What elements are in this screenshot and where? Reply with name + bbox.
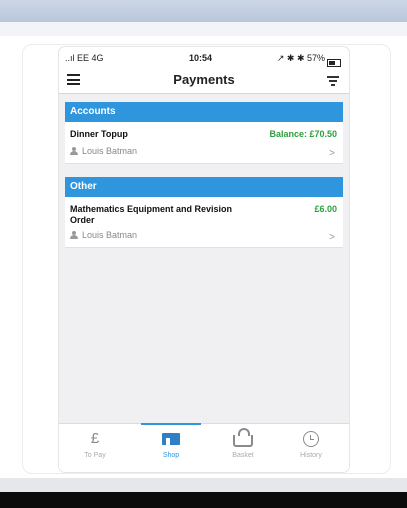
item-title: Mathematics Equipment and Revision Order (70, 204, 233, 225)
item-user: Louis Batman (70, 146, 137, 156)
chevron-right-icon: > (329, 232, 335, 243)
phone-screen: ..ıl EE 4G 10:54 ↗ ✱ ✱ 57% Payments Acco… (59, 47, 349, 472)
pound-icon: £ (90, 430, 100, 447)
item-user: Louis Batman (70, 230, 137, 240)
user-name: Louis Batman (82, 146, 138, 156)
battery-icon (327, 59, 341, 67)
tab-history[interactable]: History (275, 424, 347, 472)
person-icon (70, 231, 78, 239)
window-top-band (0, 0, 407, 22)
section-header: Other (65, 177, 343, 197)
user-name: Louis Batman (82, 230, 138, 240)
tab-label: To Pay (84, 452, 106, 459)
window-bottom-bar (0, 492, 407, 508)
item-title: Dinner Topup (70, 129, 128, 139)
tab-shop[interactable]: Shop (135, 424, 207, 472)
status-bar: ..ıl EE 4G 10:54 ↗ ✱ ✱ 57% (59, 47, 349, 67)
tab-basket[interactable]: Basket (207, 424, 279, 472)
tab-label: History (300, 452, 322, 459)
payments-list: Accounts Dinner Topup Balance: £70.50 Lo… (59, 94, 349, 424)
battery-label: ↗ ✱ ✱ 57% (276, 53, 325, 63)
section-accounts: Accounts Dinner Topup Balance: £70.50 Lo… (65, 102, 343, 164)
list-item[interactable]: Mathematics Equipment and Revision Order… (65, 197, 343, 248)
tab-to-pay[interactable]: £ To Pay (59, 424, 131, 472)
chevron-right-icon: > (329, 148, 335, 159)
list-item[interactable]: Dinner Topup Balance: £70.50 Louis Batma… (65, 122, 343, 164)
basket-icon (207, 428, 279, 452)
section-header: Accounts (65, 102, 343, 122)
section-other: Other Mathematics Equipment and Revision… (65, 177, 343, 248)
nav-bar: Payments (59, 67, 349, 94)
battery-status: ↗ ✱ ✱ 57% (276, 53, 341, 67)
item-amount: Balance: £70.50 (269, 129, 337, 139)
window-bottom-band (0, 478, 407, 492)
filter-icon[interactable] (327, 76, 339, 86)
window-top-strip (0, 22, 407, 36)
tab-label: Shop (162, 452, 180, 459)
page-title: Payments (173, 72, 235, 87)
tab-bar: £ To Pay Shop Basket History (59, 423, 349, 472)
carrier-label: ..ıl EE 4G (65, 53, 104, 63)
clock-label: 10:54 (189, 53, 213, 63)
item-amount: £6.00 (314, 204, 337, 214)
clock-icon (275, 430, 347, 452)
tab-label: Basket (232, 452, 254, 459)
shop-icon (135, 430, 207, 452)
person-icon (70, 147, 78, 155)
